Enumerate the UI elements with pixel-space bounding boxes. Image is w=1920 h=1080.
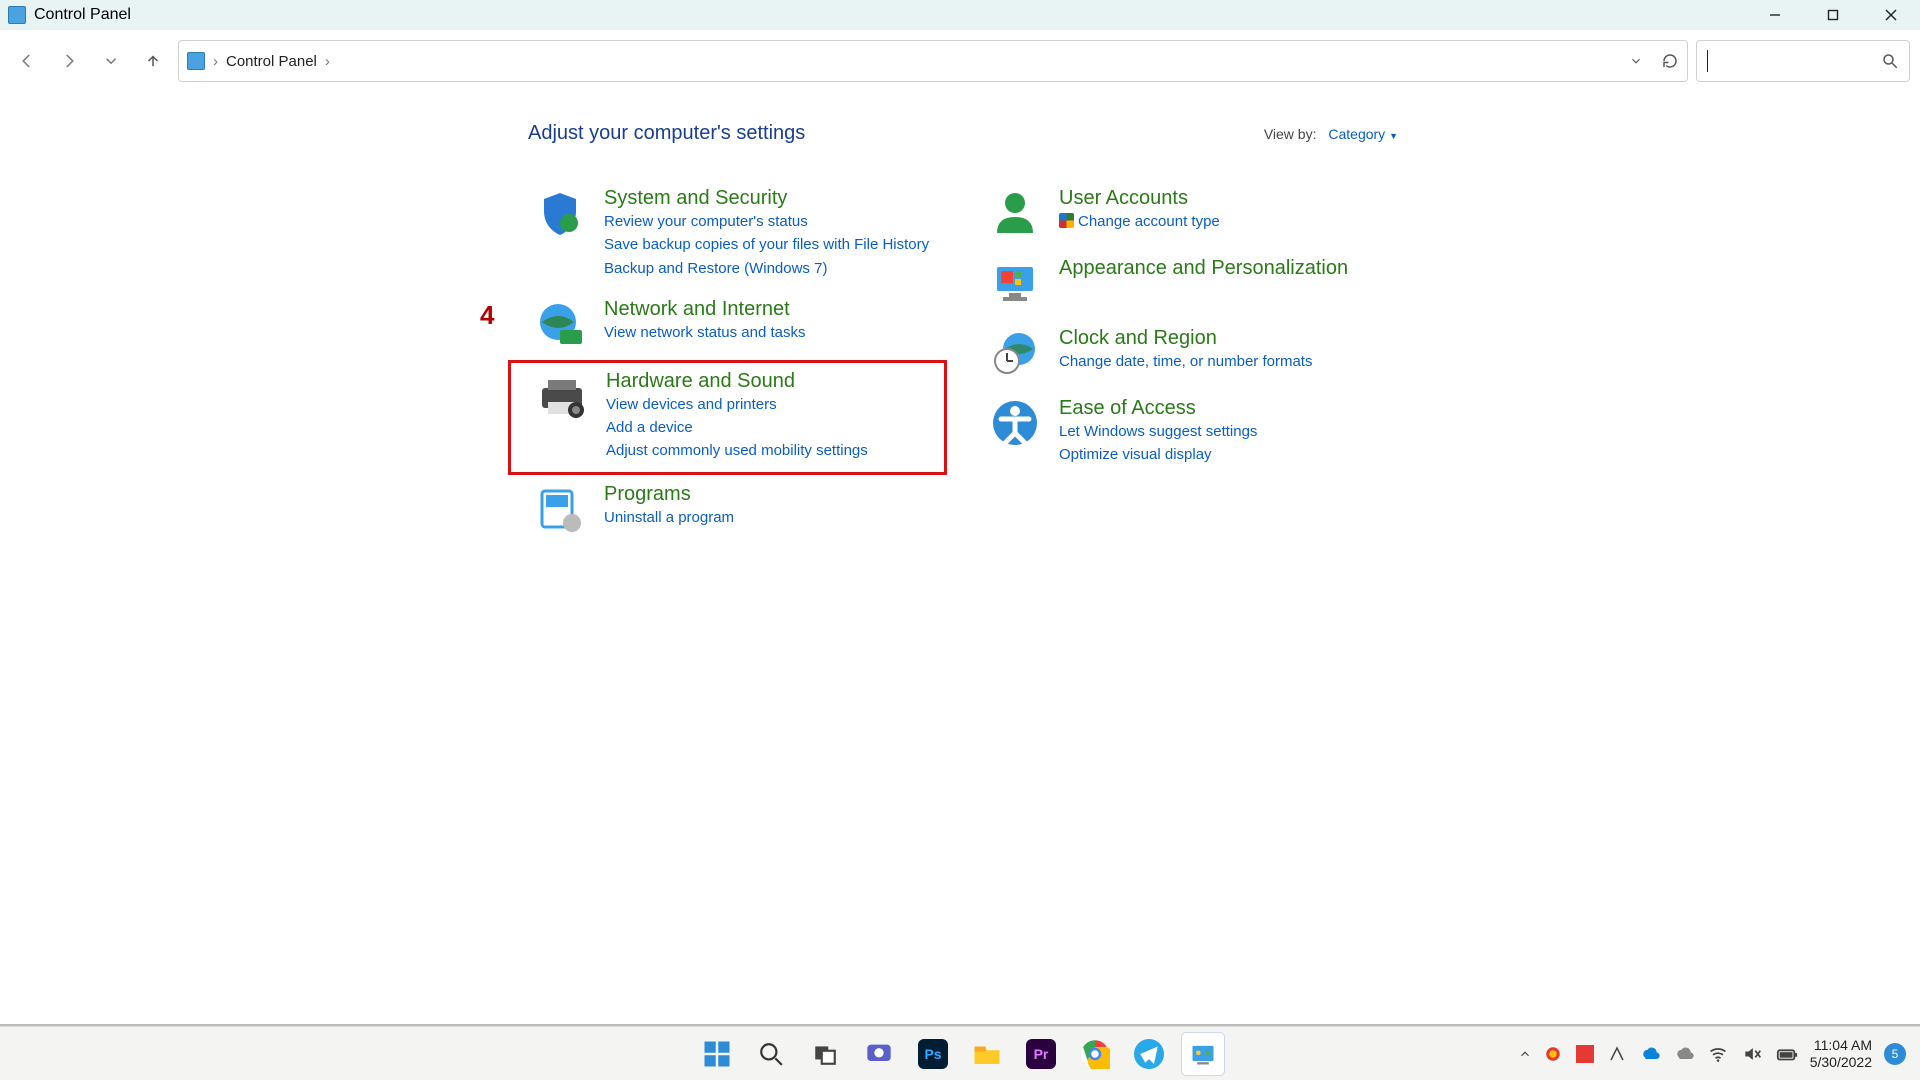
taskbar-app-control-panel[interactable] [1182, 1033, 1224, 1075]
category-title[interactable]: User Accounts [1059, 187, 1392, 210]
taskbar-right-tray: 11:04 AM 5/30/2022 5 [1518, 1037, 1920, 1071]
category-link[interactable]: Let Windows suggest settings [1059, 420, 1392, 443]
recent-locations-button[interactable] [94, 44, 128, 78]
start-button[interactable] [696, 1033, 738, 1075]
view-by-value: Category [1328, 126, 1385, 142]
maximize-button[interactable] [1804, 0, 1862, 30]
category-link[interactable]: Optimize visual display [1059, 443, 1392, 466]
category-title[interactable]: Hardware and Sound [606, 370, 935, 393]
categories-right-column: User Accounts Change account type Appear… [983, 183, 1398, 549]
taskbar-area: Ps Pr 11:04 AM 5/30/2022 5 [0, 1024, 1920, 1080]
user-icon [989, 187, 1041, 239]
category-title[interactable]: Programs [604, 483, 937, 506]
search-input[interactable] [1696, 40, 1910, 82]
taskbar-center-apps: Ps Pr [696, 1033, 1224, 1075]
monitor-icon [989, 257, 1041, 309]
page-title: Adjust your computer's settings [528, 122, 805, 145]
category-link[interactable]: Review your computer's status [604, 210, 937, 233]
window-title: Control Panel [34, 6, 131, 24]
taskbar-app-telegram[interactable] [1128, 1033, 1170, 1075]
category-title[interactable]: Appearance and Personalization [1059, 257, 1392, 280]
tray-overflow-button[interactable] [1518, 1047, 1532, 1061]
tray-time: 11:04 AM [1810, 1037, 1872, 1054]
view-by-label: View by: [1264, 126, 1317, 142]
taskbar-app-premiere[interactable]: Pr [1020, 1033, 1062, 1075]
chevron-down-icon: ▼ [1389, 131, 1398, 141]
refresh-button[interactable] [1661, 52, 1679, 70]
category-network-internet[interactable]: 4 Network and Internet View network stat… [528, 294, 943, 354]
chevron-right-icon: › [325, 53, 330, 70]
tray-icon[interactable] [1608, 1045, 1626, 1063]
search-icon [1881, 52, 1899, 70]
taskbar-app-chrome[interactable] [1074, 1033, 1116, 1075]
programs-icon [534, 483, 586, 535]
minimize-button[interactable] [1746, 0, 1804, 30]
category-title[interactable]: Network and Internet [604, 298, 937, 321]
volume-icon[interactable] [1742, 1044, 1762, 1064]
breadcrumb[interactable]: Control Panel [226, 53, 317, 70]
search-button[interactable] [750, 1033, 792, 1075]
category-link[interactable]: Uninstall a program [604, 506, 937, 529]
content-area: Adjust your computer's settings View by:… [0, 92, 1920, 549]
title-bar: Control Panel [0, 0, 1920, 30]
category-user-accounts[interactable]: User Accounts Change account type [983, 183, 1398, 243]
shield-icon [534, 187, 586, 239]
control-panel-icon [8, 6, 26, 24]
taskbar-app-photoshop[interactable]: Ps [912, 1033, 954, 1075]
tray-icon[interactable] [1544, 1045, 1562, 1063]
text-cursor [1707, 50, 1708, 72]
category-clock-region[interactable]: Clock and Region Change date, time, or n… [983, 323, 1398, 383]
close-button[interactable] [1862, 0, 1920, 30]
taskbar-app-explorer[interactable] [966, 1033, 1008, 1075]
category-ease-of-access[interactable]: Ease of Access Let Windows suggest setti… [983, 393, 1398, 471]
category-title[interactable]: Clock and Region [1059, 327, 1392, 350]
tray-icon[interactable] [1576, 1045, 1594, 1063]
task-view-button[interactable] [804, 1033, 846, 1075]
uac-shield-icon [1059, 213, 1074, 228]
address-bar[interactable]: › Control Panel › [178, 40, 1688, 82]
onedrive-icon[interactable] [1640, 1044, 1660, 1064]
onedrive-icon[interactable] [1674, 1044, 1694, 1064]
navigation-toolbar: › Control Panel › [0, 30, 1920, 92]
wifi-icon[interactable] [1708, 1044, 1728, 1064]
chevron-right-icon: › [213, 53, 218, 70]
view-by-selector[interactable]: View by: Category ▼ [1264, 126, 1398, 142]
categories-left-column: System and Security Review your computer… [528, 183, 943, 549]
category-link[interactable]: View network status and tasks [604, 321, 937, 344]
category-title[interactable]: System and Security [604, 187, 937, 210]
category-link[interactable]: Change date, time, or number formats [1059, 350, 1392, 373]
category-link[interactable]: View devices and printers [606, 393, 935, 416]
category-programs[interactable]: Programs Uninstall a program [528, 479, 943, 539]
tray-clock[interactable]: 11:04 AM 5/30/2022 [1810, 1037, 1872, 1071]
category-title[interactable]: Ease of Access [1059, 397, 1392, 420]
globe-icon [534, 298, 586, 350]
control-panel-icon [187, 52, 205, 70]
category-appearance-personalization[interactable]: Appearance and Personalization [983, 253, 1398, 313]
category-link[interactable]: Save backup copies of your files with Fi… [604, 233, 937, 256]
forward-button[interactable] [52, 44, 86, 78]
accessibility-icon [989, 397, 1041, 449]
category-link[interactable]: Backup and Restore (Windows 7) [604, 257, 937, 280]
battery-icon[interactable] [1776, 1043, 1798, 1065]
clock-globe-icon [989, 327, 1041, 379]
taskbar-app-teams[interactable] [858, 1033, 900, 1075]
printer-icon [536, 370, 588, 422]
category-link[interactable]: Add a device [606, 416, 935, 439]
back-button[interactable] [10, 44, 44, 78]
notifications-button[interactable]: 5 [1884, 1043, 1906, 1065]
category-link[interactable]: Adjust commonly used mobility settings [606, 439, 935, 462]
category-hardware-sound[interactable]: Hardware and Sound View devices and prin… [528, 364, 943, 469]
category-link[interactable]: Change account type [1059, 210, 1392, 233]
category-system-security[interactable]: System and Security Review your computer… [528, 183, 943, 284]
tray-date: 5/30/2022 [1810, 1054, 1872, 1071]
taskbar: Ps Pr 11:04 AM 5/30/2022 5 [0, 1026, 1920, 1080]
annotation-number: 4 [480, 300, 494, 331]
up-button[interactable] [136, 44, 170, 78]
chevron-down-icon[interactable] [1629, 54, 1643, 68]
